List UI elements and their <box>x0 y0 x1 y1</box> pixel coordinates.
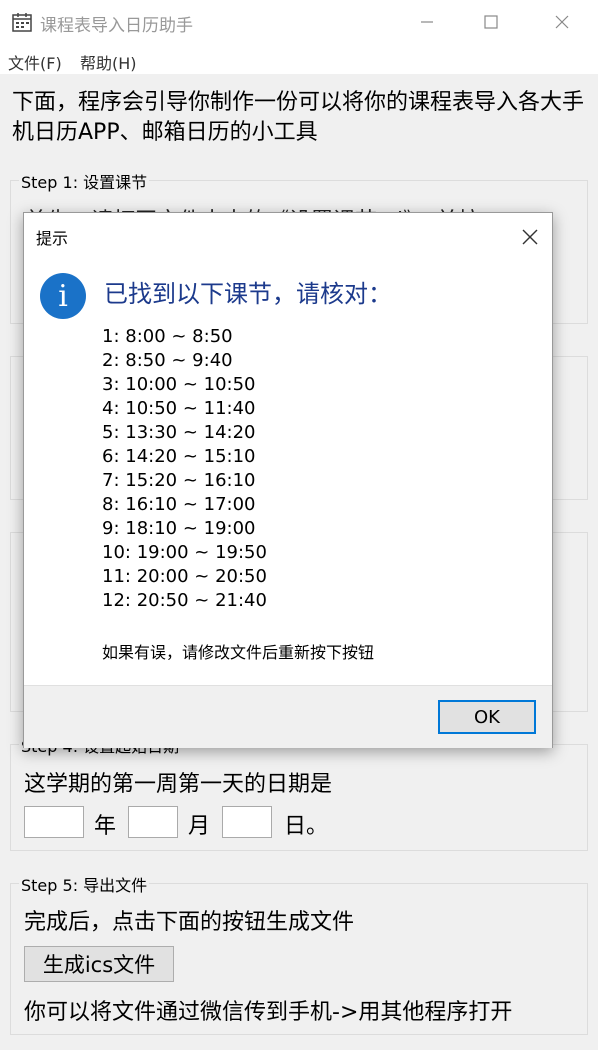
menu-help[interactable]: 帮助(H) <box>80 50 137 74</box>
list-item: 2: 8:50 ~ 9:40 <box>102 350 233 371</box>
list-item: 5: 13:30 ~ 14:20 <box>102 422 256 443</box>
title-bar: 课程表导入日历助手 <box>0 0 598 44</box>
step5-title: Step 5: 导出文件 <box>19 872 150 896</box>
list-item: 3: 10:00 ~ 10:50 <box>102 374 256 395</box>
export-prompt: 完成后，点击下面的按钮生成文件 <box>24 910 355 935</box>
close-icon <box>555 15 569 29</box>
list-item: 11: 20:00 ~ 20:50 <box>102 566 267 587</box>
close-icon <box>522 229 538 245</box>
window-title: 课程表导入日历助手 <box>40 16 193 36</box>
day-label: 日。 <box>284 814 329 839</box>
ok-button[interactable]: OK <box>438 700 536 734</box>
info-dialog: 提示 i 已找到以下课节，请核对： 1: 8:00 ~ 8:50 2: 8:50… <box>23 212 553 748</box>
year-label: 年 <box>94 814 117 839</box>
minimize-icon <box>421 21 433 23</box>
info-icon: i <box>40 273 86 319</box>
dialog-title: 提示 <box>36 229 69 248</box>
month-label: 月 <box>188 814 211 839</box>
month-input[interactable] <box>128 806 178 838</box>
year-input[interactable] <box>24 806 84 838</box>
menu-bar: 文件(F) 帮助(H) <box>0 44 598 74</box>
step1-title: Step 1: 设置课节 <box>19 169 150 193</box>
day-input[interactable] <box>222 806 272 838</box>
list-item: 8: 16:10 ~ 17:00 <box>102 494 256 515</box>
dialog-footer: OK <box>24 685 552 748</box>
list-item: 10: 19:00 ~ 19:50 <box>102 542 267 563</box>
list-item: 1: 8:00 ~ 8:50 <box>102 326 233 347</box>
dialog-note: 如果有误，请修改文件后重新按下按钮 <box>102 643 375 662</box>
list-item: 12: 20:50 ~ 21:40 <box>102 590 267 611</box>
maximize-button[interactable] <box>459 0 523 44</box>
close-button[interactable] <box>530 0 594 44</box>
export-hint: 你可以将文件通过微信传到手机->用其他程序打开 <box>24 1000 513 1025</box>
minimize-button[interactable] <box>395 0 459 44</box>
calendar-icon <box>12 13 32 32</box>
dialog-close-button[interactable] <box>522 221 538 251</box>
list-item: 6: 14:20 ~ 15:10 <box>102 446 256 467</box>
start-date-prompt: 这学期的第一周第一天的日期是 <box>24 772 333 797</box>
generate-ics-button[interactable]: 生成ics文件 <box>24 946 174 982</box>
list-item: 7: 15:20 ~ 16:10 <box>102 470 256 491</box>
maximize-icon <box>484 15 498 29</box>
dialog-heading: 已找到以下课节，请核对： <box>104 280 392 308</box>
intro-text: 下面，程序会引导你制作一份可以将你的课程表导入各大手机日历APP、邮箱日历的小工… <box>12 90 585 145</box>
menu-file[interactable]: 文件(F) <box>8 50 62 74</box>
lesson-list: 1: 8:00 ~ 8:50 2: 8:50 ~ 9:40 3: 10:00 ~… <box>102 325 267 613</box>
list-item: 9: 18:10 ~ 19:00 <box>102 518 256 539</box>
list-item: 4: 10:50 ~ 11:40 <box>102 398 256 419</box>
